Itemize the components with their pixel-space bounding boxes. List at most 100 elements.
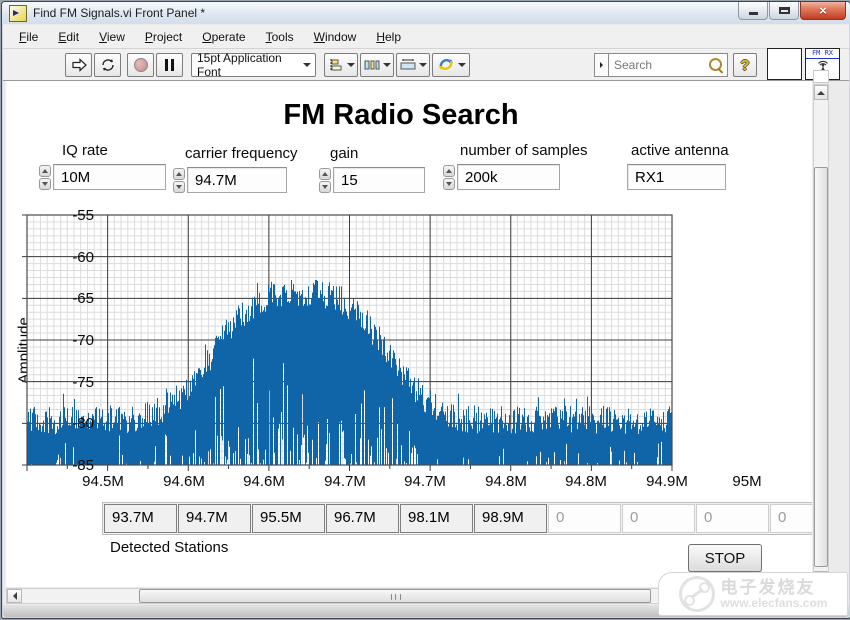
abort-button[interactable] [127, 52, 154, 77]
horizontal-scrollbar-thumb[interactable] [139, 589, 651, 603]
station-cell[interactable]: 96.7M [326, 504, 399, 533]
number-of-samples-field[interactable]: 200k [457, 164, 560, 190]
resize-objects-button[interactable] [396, 52, 430, 77]
distribute-objects-button[interactable] [360, 52, 394, 77]
y-tick: -85 [72, 457, 94, 474]
context-help-button[interactable]: ? [733, 53, 757, 77]
scrollbar-corner [813, 70, 829, 83]
increment-button[interactable] [443, 164, 455, 177]
icon-pane-blank [767, 48, 802, 80]
run-continuously-button[interactable] [94, 52, 121, 77]
chevron-down-icon [382, 62, 391, 71]
arrow-up-icon [322, 169, 328, 176]
x-tick: 94.7M [324, 473, 366, 490]
scroll-left-button[interactable] [7, 589, 22, 603]
close-button[interactable]: × [800, 2, 846, 20]
menu-file[interactable]: File [9, 27, 48, 47]
chevron-down-icon [346, 62, 355, 71]
gain-spinner[interactable] [319, 167, 332, 193]
stop-button[interactable]: STOP [688, 544, 762, 572]
station-cell-empty[interactable]: 0 [770, 504, 812, 533]
font-selector-value: 15pt Application Font [197, 50, 282, 79]
iq-rate-field[interactable]: 10M [53, 164, 166, 190]
decrement-button[interactable] [173, 180, 185, 193]
decrement-button[interactable] [319, 180, 331, 193]
menu-help[interactable]: Help [366, 27, 411, 47]
station-cell[interactable]: 98.1M [400, 504, 473, 533]
station-cell-empty[interactable]: 0 [548, 504, 621, 533]
station-cell[interactable]: 95.5M [252, 504, 325, 533]
abort-icon [133, 57, 148, 72]
increment-button[interactable] [39, 164, 51, 177]
distribute-objects-icon [364, 60, 379, 69]
reorder-objects-icon [438, 59, 453, 70]
watermark-text-cn: 电子发烧友 [720, 577, 816, 597]
arrow-down-icon [446, 181, 452, 189]
search-icon [709, 58, 722, 71]
carrier-frequency-label: carrier frequency [185, 145, 298, 162]
station-cell[interactable]: 98.9M [474, 504, 547, 533]
arrow-up-icon [817, 87, 825, 95]
number-of-samples-spinner[interactable] [443, 164, 456, 190]
run-button[interactable] [65, 52, 92, 77]
active-antenna-control: RX1 [627, 164, 726, 190]
vertical-scrollbar-thumb[interactable] [814, 167, 828, 567]
vertical-scrollbar[interactable] [813, 84, 829, 587]
menu-project[interactable]: Project [135, 27, 192, 47]
y-tick: -75 [72, 374, 94, 391]
run-continuously-icon [101, 58, 114, 71]
pause-icon [165, 58, 174, 71]
reorder-objects-button[interactable] [432, 52, 470, 77]
menu-tools[interactable]: Tools [256, 27, 304, 47]
active-antenna-label: active antenna [631, 142, 729, 159]
x-tick: 94.5M [82, 473, 124, 490]
gain-field[interactable]: 15 [333, 167, 425, 193]
y-tick: -70 [72, 332, 94, 349]
station-cell-empty[interactable]: 0 [622, 504, 695, 533]
station-cell[interactable]: 93.7M [104, 504, 177, 533]
iq-rate-label: IQ rate [62, 142, 108, 159]
decrement-button[interactable] [443, 177, 455, 190]
menu-edit[interactable]: Edit [48, 27, 89, 47]
detected-stations-array: 93.7M 94.7M 95.5M 96.7M 98.1M 98.9M 0 0 … [102, 502, 812, 535]
panel-title: FM Radio Search [283, 99, 519, 131]
carrier-frequency-spinner[interactable] [173, 167, 186, 193]
decrement-button[interactable] [39, 177, 51, 190]
active-antenna-field[interactable]: RX1 [627, 164, 726, 190]
menu-bar: File Edit View Project Operate Tools Win… [3, 25, 849, 49]
title-bar[interactable]: Find FM Signals.vi Front Panel * × [2, 2, 850, 24]
minimize-button[interactable] [738, 2, 768, 20]
scrollbar-grip [391, 594, 401, 600]
font-selector[interactable]: 15pt Application Font [191, 50, 316, 79]
menu-window[interactable]: Window [304, 27, 367, 47]
carrier-frequency-control: 94.7M [173, 167, 287, 193]
watermark: 电子发烧友 www.elecfans.com [658, 572, 848, 616]
x-tick: 95M [732, 473, 762, 490]
spectrum-plot-svg[interactable] [19, 210, 679, 472]
menu-view[interactable]: View [89, 27, 135, 47]
x-tick: 94.6M [163, 473, 205, 490]
chevron-down-icon [418, 62, 427, 71]
chevron-down-icon [457, 62, 466, 71]
increment-button[interactable] [173, 167, 185, 180]
station-cell-empty[interactable]: 0 [696, 504, 769, 533]
detected-stations-label: Detected Stations [110, 539, 229, 556]
align-objects-button[interactable] [324, 52, 358, 77]
menu-operate[interactable]: Operate [192, 27, 255, 47]
search-scope-button[interactable] [594, 53, 609, 77]
elecfans-logo-icon [678, 576, 715, 612]
pause-button[interactable] [156, 52, 183, 77]
number-of-samples-label: number of samples [460, 142, 588, 159]
window-title: Find FM Signals.vi Front Panel * [33, 6, 206, 20]
carrier-frequency-field[interactable]: 94.7M [187, 167, 287, 193]
maximize-icon [778, 7, 790, 14]
maximize-button[interactable] [769, 2, 799, 20]
arrow-down-icon [42, 181, 48, 189]
x-tick: 94.6M [243, 473, 285, 490]
station-cell[interactable]: 94.7M [178, 504, 251, 533]
increment-button[interactable] [319, 167, 331, 180]
iq-rate-spinner[interactable] [39, 164, 52, 190]
scroll-up-button[interactable] [814, 85, 828, 100]
search-input[interactable] [609, 54, 708, 76]
x-tick: 94.8M [565, 473, 607, 490]
